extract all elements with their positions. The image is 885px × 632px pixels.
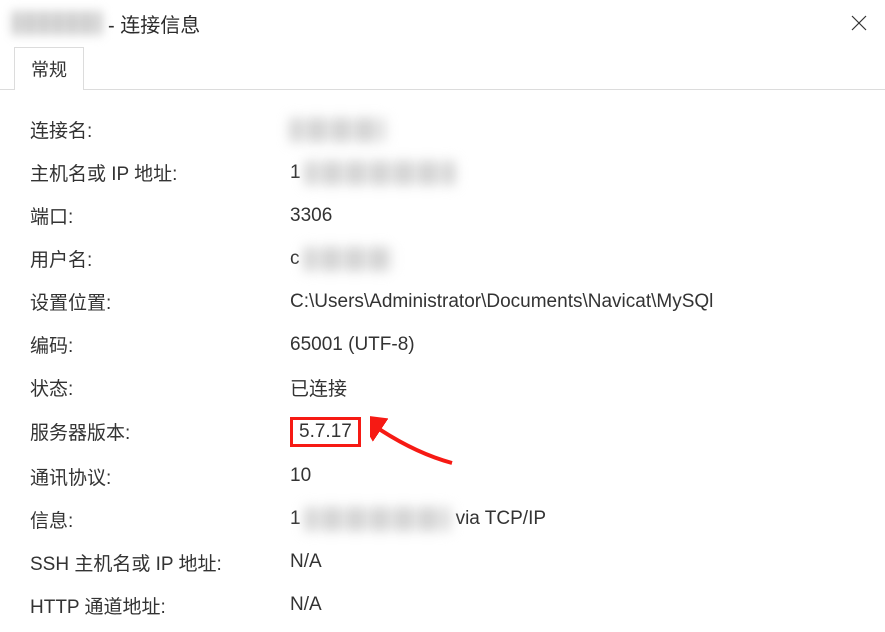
row-protocol: 通讯协议: 10 [30,455,859,498]
label-username: 用户名: [30,245,290,272]
row-info: 信息: 1 via TCP/IP [30,498,859,541]
value-ssh-host: N/A [290,551,322,573]
row-ssh-host: SSH 主机名或 IP 地址: N/A [30,541,859,584]
row-http-tunnel: HTTP 通道地址: N/A [30,584,859,627]
obscured-value [305,507,450,531]
label-settings-location: 设置位置: [30,288,290,315]
label-connection-name: 连接名: [30,116,290,143]
value-http-tunnel: N/A [290,594,322,616]
window-title: - 连接信息 [12,9,200,38]
label-encoding: 编码: [30,331,290,358]
server-version-text: 5.7.17 [299,421,352,442]
title-suffix: - 连接信息 [108,9,200,38]
value-server-version: 5.7.17 [290,417,361,447]
value-port: 3306 [290,205,332,227]
content-panel: 连接名: 主机名或 IP 地址: 1 端口: 3306 用户名: c 设置位置:… [0,90,885,627]
host-prefix: 1 [290,162,301,183]
user-prefix: c [290,248,300,269]
label-protocol: 通讯协议: [30,463,290,490]
obscured-value [305,161,455,185]
label-http-tunnel: HTTP 通道地址: [30,592,290,619]
value-info: 1 via TCP/IP [290,507,546,531]
value-username: c [290,247,392,271]
row-status: 状态: 已连接 [30,366,859,409]
obscured-value [290,118,385,142]
highlight-box: 5.7.17 [290,417,361,447]
obscured-value [304,247,392,271]
close-icon [850,14,868,32]
tab-bar: 常规 [0,46,885,90]
close-button[interactable] [847,11,871,35]
label-host: 主机名或 IP 地址: [30,159,290,186]
label-info: 信息: [30,506,290,533]
value-protocol: 10 [290,465,311,487]
row-server-version: 服务器版本: 5.7.17 [30,409,859,455]
info-prefix: 1 [290,508,301,529]
title-obfuscated-name [12,11,102,35]
label-port: 端口: [30,202,290,229]
row-username: 用户名: c [30,237,859,280]
titlebar: - 连接信息 [0,0,885,46]
value-status: 已连接 [290,374,347,401]
value-encoding: 65001 (UTF-8) [290,334,415,356]
label-ssh-host: SSH 主机名或 IP 地址: [30,549,290,576]
row-port: 端口: 3306 [30,194,859,237]
row-connection-name: 连接名: [30,108,859,151]
label-server-version: 服务器版本: [30,418,290,445]
label-status: 状态: [30,374,290,401]
row-encoding: 编码: 65001 (UTF-8) [30,323,859,366]
value-host: 1 [290,161,455,185]
row-settings-location: 设置位置: C:\Users\Administrator\Documents\N… [30,280,859,323]
row-host: 主机名或 IP 地址: 1 [30,151,859,194]
value-settings-location: C:\Users\Administrator\Documents\Navicat… [290,291,713,313]
info-suffix: via TCP/IP [456,508,546,529]
tab-general[interactable]: 常规 [14,47,84,90]
value-connection-name [290,118,385,142]
